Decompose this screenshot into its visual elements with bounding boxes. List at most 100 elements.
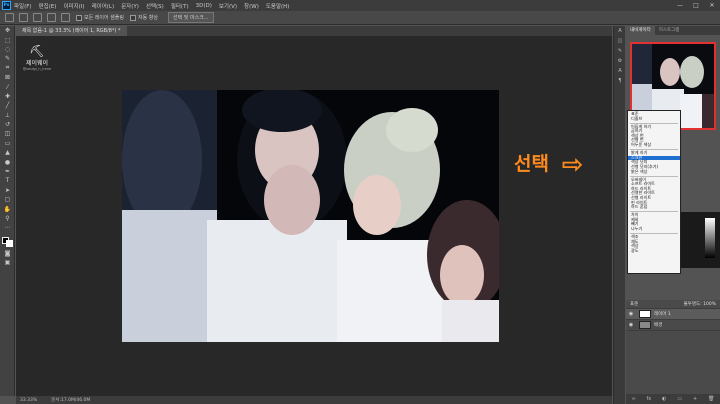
pen-icon[interactable]: ✒ bbox=[0, 167, 15, 176]
quick-mask-icon[interactable]: ◙ bbox=[0, 249, 15, 258]
layer-row-background[interactable]: ◉ 배경 bbox=[626, 320, 720, 331]
healing-icon[interactable]: ✚ bbox=[0, 92, 15, 101]
auto-enhance-label: 자동 향상 bbox=[137, 15, 158, 21]
layer-row-layer1[interactable]: ◉ 레이어 1 bbox=[626, 309, 720, 320]
auto-enhance-checkbox[interactable] bbox=[129, 14, 136, 21]
tab-histogram[interactable]: 히스토그램 bbox=[655, 26, 684, 35]
menu-edit[interactable]: 편집(E) bbox=[39, 2, 57, 10]
new-selection-icon[interactable] bbox=[19, 13, 28, 22]
add-selection-icon[interactable] bbox=[33, 13, 42, 22]
navigator-tabs: 내비게이터 히스토그램 bbox=[626, 26, 720, 35]
window-controls: — □ ✕ bbox=[672, 0, 720, 11]
blend-mode-dropdown[interactable]: 표준 디졸브 어둡게 하기 곱하기 색상 번 선형 번 어두운 색상 밝게 하기… bbox=[627, 110, 681, 274]
menu-layer[interactable]: 레이어(L) bbox=[92, 2, 115, 10]
options-bar: 모든 레이어 샘플링 자동 향상 선택 및 마스크... bbox=[0, 11, 720, 25]
history-icon[interactable]: A bbox=[614, 26, 626, 36]
blur-icon[interactable]: ▲ bbox=[0, 148, 15, 157]
layers-panel: 표준 불투명도: 100% ◉ 레이어 1 ◉ 배경 ∞ fx ◐ ▭ + 🗑 bbox=[626, 300, 720, 404]
menu-help[interactable]: 도움말(H) bbox=[266, 2, 290, 10]
eyedropper-icon[interactable]: ⁄ bbox=[0, 82, 15, 91]
zoom-icon[interactable]: ⚲ bbox=[0, 214, 15, 223]
photo-canvas[interactable] bbox=[122, 90, 499, 342]
minimize-button[interactable]: — bbox=[672, 0, 688, 11]
fx-icon[interactable]: fx bbox=[647, 396, 652, 402]
menu-3d[interactable]: 3D(D) bbox=[196, 3, 212, 9]
adjust-icon[interactable]: ⚙ bbox=[614, 56, 626, 66]
blend-row: 표준 불투명도: 100% bbox=[626, 300, 720, 309]
select-and-mask-button[interactable]: 선택 및 마스크... bbox=[167, 12, 214, 23]
visibility-eye-icon[interactable]: ◉ bbox=[626, 322, 636, 328]
crop-icon[interactable]: ⌗ bbox=[0, 64, 15, 73]
paragraph-icon[interactable]: ¶ bbox=[614, 76, 626, 86]
character-icon[interactable]: A bbox=[614, 66, 626, 76]
mask-icon[interactable]: ◐ bbox=[662, 396, 666, 402]
gradient-icon[interactable]: ▭ bbox=[0, 139, 15, 148]
color-ramp[interactable] bbox=[705, 218, 715, 258]
layer-thumbnail bbox=[639, 310, 651, 318]
watermark: ⛏ 제이웨이 @seulgi_n_irene bbox=[22, 44, 52, 84]
status-bar: 33.33% 문서:17.0M/46.0M bbox=[16, 396, 612, 404]
menu-bar: Ps 파일(F) 편집(E) 이미지(I) 레이어(L) 문자(Y) 선택(S)… bbox=[0, 0, 720, 11]
eraser-icon[interactable]: ◫ bbox=[0, 129, 15, 138]
color-swatch-icon[interactable] bbox=[0, 233, 15, 249]
layer-name: 레이어 1 bbox=[654, 312, 671, 317]
photo-image bbox=[122, 90, 499, 342]
new-layer-icon[interactable]: + bbox=[693, 396, 697, 402]
shape-icon[interactable]: ▢ bbox=[0, 195, 15, 204]
move-icon[interactable]: ✥ bbox=[0, 26, 15, 35]
annotation-callout: 선택 ⇨ bbox=[514, 149, 583, 180]
link-icon[interactable]: ∞ bbox=[631, 396, 635, 402]
photoshop-window: Ps 파일(F) 편집(E) 이미지(I) 레이어(L) 문자(Y) 선택(S)… bbox=[0, 0, 720, 404]
menu-window[interactable]: 창(W) bbox=[244, 2, 259, 10]
quick-select-icon[interactable]: ✎ bbox=[0, 54, 15, 63]
menu-type[interactable]: 문자(Y) bbox=[121, 2, 139, 10]
subtract-selection-icon[interactable] bbox=[47, 13, 56, 22]
hand-icon[interactable]: ✋ bbox=[0, 204, 15, 213]
brush-size-icon[interactable] bbox=[61, 13, 70, 22]
trash-icon[interactable]: 🗑 bbox=[708, 396, 714, 402]
document-tab[interactable]: 제목 없음-1 @ 33.3% (레이어 1, RGB/8*) * bbox=[16, 26, 127, 36]
close-button[interactable]: ✕ bbox=[704, 0, 720, 11]
frame-icon[interactable]: ⊠ bbox=[0, 73, 15, 82]
pickaxe-icon: ⛏ bbox=[29, 44, 45, 58]
blend-mode-select[interactable]: 표준 bbox=[630, 300, 638, 308]
callout-text: 선택 bbox=[514, 153, 549, 175]
stamp-icon[interactable]: ⊥ bbox=[0, 111, 15, 120]
screen-mode-icon[interactable]: ▣ bbox=[0, 258, 15, 267]
layer-thumbnail bbox=[639, 321, 651, 329]
menu-image[interactable]: 이미지(I) bbox=[63, 2, 84, 10]
visibility-eye-icon[interactable]: ◉ bbox=[626, 311, 636, 317]
app-logo: Ps bbox=[2, 1, 11, 10]
menu-file[interactable]: 파일(F) bbox=[14, 2, 32, 10]
watermark-name: 제이웨이 bbox=[25, 60, 49, 67]
zoom-level[interactable]: 33.33% bbox=[20, 398, 37, 403]
sample-all-layers-checkbox[interactable] bbox=[76, 14, 82, 21]
layer-name: 배경 bbox=[654, 323, 663, 328]
watermark-handle: @seulgi_n_irene bbox=[22, 67, 52, 71]
lasso-icon[interactable]: ◌ bbox=[0, 45, 15, 54]
history-brush-icon[interactable]: ↺ bbox=[0, 120, 15, 129]
tab-navigator[interactable]: 내비게이터 bbox=[626, 26, 655, 35]
tools-panel: ✥ ⬚ ◌ ✎ ⌗ ⊠ ⁄ ✚ ╱ ⊥ ↺ ◫ ▭ ▲ ● ✒ T ➤ ▢ ✋ … bbox=[0, 26, 15, 396]
tool-preset-icon[interactable] bbox=[5, 13, 14, 22]
folder-icon[interactable]: ▭ bbox=[677, 396, 682, 402]
menu-view[interactable]: 보기(V) bbox=[219, 2, 237, 10]
document-info: 문서:17.0M/46.0M bbox=[51, 398, 91, 403]
menu-filter[interactable]: 필터(T) bbox=[171, 2, 189, 10]
properties-icon[interactable]: ◫ bbox=[614, 36, 626, 46]
brush-preset-icon[interactable]: ✎ bbox=[614, 46, 626, 56]
arrow-right-icon: ⇨ bbox=[561, 150, 584, 180]
brush-icon[interactable]: ╱ bbox=[0, 101, 15, 110]
opacity-field[interactable]: 불투명도: 100% bbox=[684, 300, 716, 308]
maximize-button[interactable]: □ bbox=[688, 0, 704, 11]
document-tabs: 제목 없음-1 @ 33.3% (레이어 1, RGB/8*) * bbox=[16, 26, 612, 36]
type-icon[interactable]: T bbox=[0, 176, 15, 185]
dodge-icon[interactable]: ● bbox=[0, 157, 15, 166]
color-panel[interactable] bbox=[681, 212, 720, 268]
blend-option[interactable]: 광도 bbox=[628, 248, 680, 254]
layers-footer: ∞ fx ◐ ▭ + 🗑 bbox=[626, 394, 720, 404]
path-select-icon[interactable]: ➤ bbox=[0, 186, 15, 195]
marquee-icon[interactable]: ⬚ bbox=[0, 35, 15, 44]
menu-select[interactable]: 선택(S) bbox=[146, 2, 164, 10]
more-tools-icon[interactable]: ⋯ bbox=[0, 223, 15, 232]
